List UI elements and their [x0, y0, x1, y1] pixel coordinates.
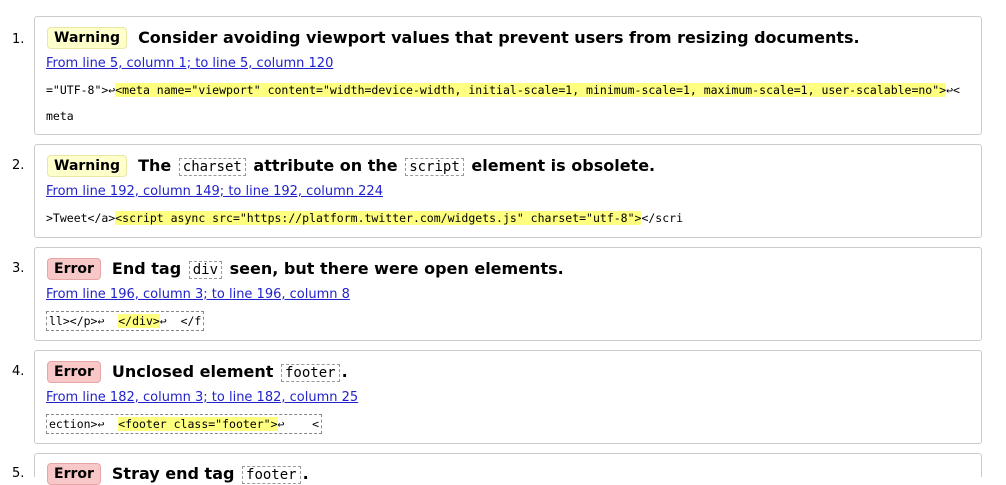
message-text: Stray end tag footer.	[111, 463, 309, 484]
location-link[interactable]: From line 5, column 1; to line 5, column…	[46, 56, 333, 71]
extract-before: ="UTF-8">↩	[46, 83, 116, 97]
code-footer: footer	[242, 465, 301, 484]
code-div: div	[188, 260, 223, 279]
message-box: Warning Consider avoiding viewport value…	[34, 16, 982, 135]
extract-before: ll></p>↩	[49, 314, 119, 328]
warning-badge: Warning	[47, 155, 128, 177]
source-extract: ="UTF-8">↩<meta name="viewport" content=…	[46, 77, 966, 129]
message-text: End tag div seen, but there were open el…	[111, 258, 564, 279]
source-extract: ll></p>↩ </div>↩ </f	[46, 311, 205, 331]
message-box: Warning The charset attribute on the scr…	[34, 144, 982, 238]
extract-before: >Tweet</a>	[46, 211, 116, 225]
message-box: Error End tag div seen, but there were o…	[34, 247, 982, 341]
extract-after: ↩ </f	[159, 314, 202, 328]
extract-highlight: <script async src="https://platform.twit…	[115, 211, 642, 225]
item-number: 2.	[12, 158, 25, 173]
message-text: The charset attribute on the script elem…	[138, 155, 656, 176]
extract-after: ↩ <	[277, 417, 320, 431]
item-number: 1.	[12, 32, 25, 47]
message-box: Error Unclosed element footer. From line…	[34, 350, 982, 444]
code-charset: charset	[178, 157, 246, 176]
error-badge: Error	[47, 361, 101, 383]
location-link[interactable]: From line 196, column 3; to line 196, co…	[46, 287, 350, 302]
item-number: 3.	[12, 261, 25, 276]
message-text: Consider avoiding viewport values that p…	[138, 28, 860, 47]
source-extract: ection>↩ <footer class="footer">↩ <	[46, 414, 323, 434]
list-item: 5. Error Stray end tag footer.	[0, 0, 1006, 485]
error-badge: Error	[47, 258, 101, 280]
message-box: Error Stray end tag footer.	[34, 453, 982, 485]
source-extract: >Tweet</a><script async src="https://pla…	[46, 205, 966, 231]
location-link[interactable]: From line 192, column 149; to line 192, …	[46, 184, 383, 199]
item-number: 5.	[12, 466, 25, 481]
extract-after: </scri	[641, 211, 683, 225]
error-badge: Error	[47, 463, 101, 485]
code-footer: footer	[280, 363, 340, 382]
item-number: 4.	[12, 364, 25, 379]
extract-highlight: </div>	[118, 314, 160, 328]
warning-badge: Warning	[47, 27, 128, 49]
code-script: script	[405, 157, 464, 176]
message-text: Unclosed element footer.	[111, 361, 348, 382]
extract-before: ection>↩	[49, 417, 119, 431]
extract-highlight: <meta name="viewport" content="width=dev…	[115, 83, 947, 97]
location-link[interactable]: From line 182, column 3; to line 182, co…	[46, 390, 358, 405]
extract-highlight: <footer class="footer">	[118, 417, 278, 431]
